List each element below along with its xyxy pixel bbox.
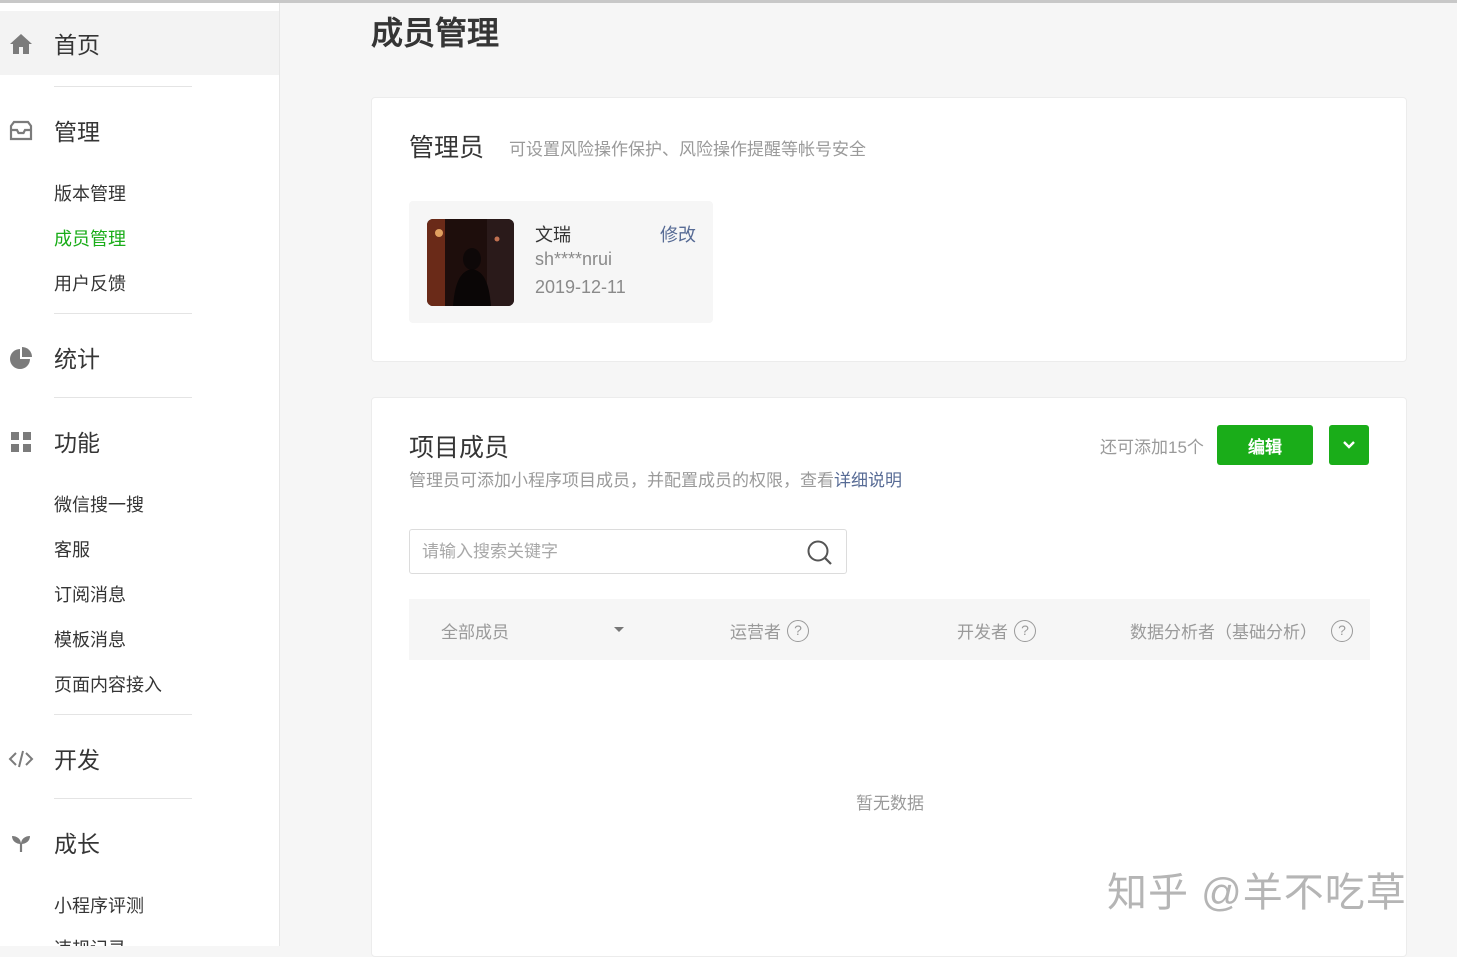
chevron-down-icon	[1343, 441, 1355, 449]
filter-all-members[interactable]: 全部成员	[441, 618, 509, 643]
help-icon[interactable]: ?	[1331, 619, 1353, 642]
admin-profile: 文瑞 修改 sh****nrui 2019-12-11	[409, 201, 713, 323]
sidebar-item-label: 功能	[54, 430, 100, 456]
members-description: 管理员可添加小程序项目成员，并配置成员的权限，查看详细说明	[409, 466, 902, 491]
sidebar-subitem-violation[interactable]: 违规记录	[54, 935, 126, 946]
sidebar-subitem-version[interactable]: 版本管理	[54, 180, 126, 206]
members-description-text: 管理员可添加小程序项目成员，并配置成员的权限，查看	[409, 471, 834, 490]
home-icon	[10, 34, 32, 54]
members-table-header: 全部成员 运营者 ? 开发者 ? 数据分析者（基础分析） ?	[409, 599, 1370, 660]
more-dropdown-button[interactable]	[1329, 425, 1369, 465]
sidebar: 首页 管理 版本管理 成员管理 用户反馈 统计 功能 微信搜一搜 客服 订阅消息…	[0, 3, 280, 946]
sidebar-subitem-evaluation[interactable]: 小程序评测	[54, 892, 144, 918]
sidebar-subitem-feedback[interactable]: 用户反馈	[54, 270, 126, 296]
sidebar-subitem-template[interactable]: 模板消息	[54, 626, 126, 652]
admin-card: 管理员 可设置风险操作保护、风险操作提醒等帐号安全 文瑞 修改 sh****nr…	[371, 97, 1407, 362]
caret-down-icon[interactable]	[614, 627, 624, 632]
help-icon[interactable]: ?	[787, 619, 809, 642]
sidebar-item-growth[interactable]: 成长	[0, 810, 279, 874]
sidebar-item-home[interactable]: 首页	[0, 11, 279, 75]
search-box	[409, 529, 847, 574]
column-label: 全部成员	[441, 623, 509, 642]
inbox-icon	[9, 120, 33, 141]
search-icon[interactable]	[806, 539, 834, 567]
column-operator: 运营者 ?	[730, 618, 809, 643]
divider	[54, 798, 192, 799]
admin-title: 管理员	[409, 134, 485, 162]
code-icon	[8, 750, 34, 768]
sidebar-item-label: 首页	[54, 32, 100, 58]
sidebar-item-dev[interactable]: 开发	[0, 726, 279, 790]
pie-chart-icon	[10, 347, 32, 369]
admin-name: 文瑞	[535, 225, 571, 245]
sidebar-item-label: 成长	[54, 831, 100, 857]
column-label: 开发者	[957, 623, 1008, 642]
sidebar-subitem-search[interactable]: 微信搜一搜	[54, 491, 144, 517]
sidebar-subitem-service[interactable]: 客服	[54, 536, 90, 562]
sidebar-item-stats[interactable]: 统计	[0, 325, 279, 389]
detail-link[interactable]: 详细说明	[834, 471, 902, 490]
sidebar-item-label: 开发	[54, 747, 100, 773]
members-title: 项目成员	[409, 434, 510, 462]
admin-edit-link[interactable]: 修改	[660, 221, 696, 247]
help-icon[interactable]: ?	[1014, 619, 1036, 642]
edit-button[interactable]: 编辑	[1217, 425, 1313, 465]
grid-icon	[11, 432, 31, 452]
sidebar-subitem-page-content[interactable]: 页面内容接入	[54, 671, 162, 697]
sidebar-subitem-members[interactable]: 成员管理	[54, 225, 126, 251]
search-input[interactable]	[422, 530, 802, 573]
page-title: 成员管理	[371, 15, 500, 51]
divider	[54, 714, 192, 715]
admin-date: 2019-12-11	[535, 277, 626, 297]
avatar	[427, 219, 514, 306]
column-label: 运营者	[730, 623, 781, 642]
column-data-analyst: 数据分析者（基础分析） ?	[1130, 618, 1353, 643]
sidebar-subitem-subscribe[interactable]: 订阅消息	[54, 581, 126, 607]
column-developer: 开发者 ?	[957, 618, 1036, 643]
divider	[54, 397, 192, 398]
sidebar-item-features[interactable]: 功能	[0, 409, 279, 473]
sidebar-item-manage[interactable]: 管理	[0, 98, 279, 162]
watermark: 知乎 @羊不吃草	[1107, 871, 1407, 915]
empty-state: 暂无数据	[856, 794, 924, 813]
sidebar-item-label: 统计	[54, 346, 100, 372]
sprout-icon	[12, 836, 30, 852]
admin-description: 可设置风险操作保护、风险操作提醒等帐号安全	[509, 140, 866, 159]
divider	[54, 313, 192, 314]
column-label: 数据分析者（基础分析）	[1130, 623, 1317, 642]
sidebar-item-label: 管理	[54, 119, 100, 145]
admin-account: sh****nrui	[535, 249, 613, 269]
divider	[54, 86, 192, 87]
remaining-count: 还可添加15个	[1100, 438, 1204, 457]
